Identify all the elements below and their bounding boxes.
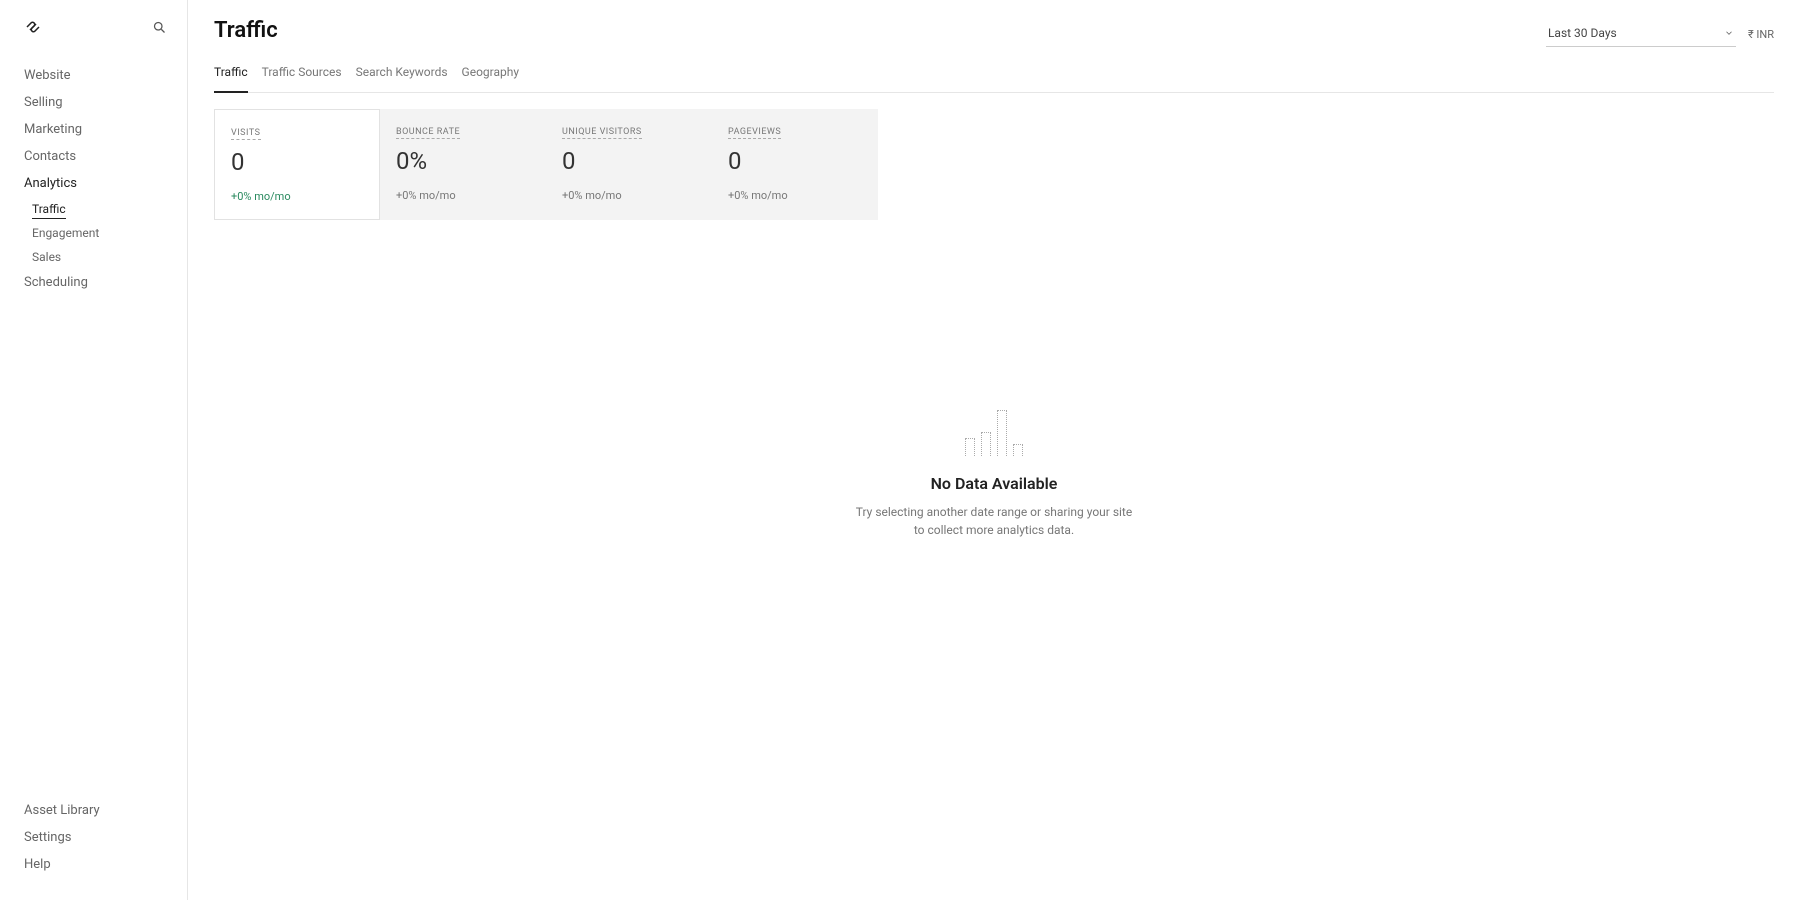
sidebar-nav: Website Selling Marketing Contacts Analy… xyxy=(0,62,187,797)
search-icon[interactable] xyxy=(152,20,167,35)
sidebar-top xyxy=(0,12,187,62)
empty-message: Try selecting another date range or shar… xyxy=(854,503,1134,539)
sidebar-subnav: Traffic Engagement Sales xyxy=(24,197,163,269)
metrics-row: VISITS 0 +0% mo/mo BOUNCE RATE 0% +0% mo… xyxy=(214,109,1774,220)
sidebar-item-contacts[interactable]: Contacts xyxy=(24,143,163,170)
tab-traffic[interactable]: Traffic xyxy=(214,55,248,93)
metric-label: UNIQUE VISITORS xyxy=(562,127,642,139)
sidebar-item-help[interactable]: Help xyxy=(24,851,163,878)
sidebar-subitem-traffic[interactable]: Traffic xyxy=(32,197,163,221)
date-range-label: Last 30 Days xyxy=(1548,26,1617,40)
currency-label[interactable]: ₹ INR xyxy=(1748,28,1774,41)
sidebar-subitem-engagement[interactable]: Engagement xyxy=(32,221,163,245)
metric-label: BOUNCE RATE xyxy=(396,127,460,139)
sidebar-item-website[interactable]: Website xyxy=(24,62,163,89)
empty-title: No Data Available xyxy=(931,474,1058,493)
metric-delta: +0% mo/mo xyxy=(728,189,862,202)
sidebar-item-analytics[interactable]: Analytics xyxy=(24,170,163,197)
page-header: Traffic Last 30 Days ₹ INR xyxy=(214,18,1774,47)
sidebar-item-scheduling[interactable]: Scheduling xyxy=(24,269,163,296)
tab-traffic-sources[interactable]: Traffic Sources xyxy=(262,55,342,92)
metric-label: PAGEVIEWS xyxy=(728,127,781,139)
metric-delta: +0% mo/mo xyxy=(396,189,530,202)
metric-card-visits[interactable]: VISITS 0 +0% mo/mo xyxy=(214,109,380,220)
metric-card-unique-visitors[interactable]: UNIQUE VISITORS 0 +0% mo/mo xyxy=(546,109,712,220)
sidebar-item-marketing[interactable]: Marketing xyxy=(24,116,163,143)
metric-label: VISITS xyxy=(231,128,261,140)
metric-value: 0 xyxy=(562,147,696,175)
sidebar-subitem-sales[interactable]: Sales xyxy=(32,245,163,269)
tab-geography[interactable]: Geography xyxy=(462,55,520,92)
page-title: Traffic xyxy=(214,18,278,43)
sidebar-bottom: Asset Library Settings Help xyxy=(0,797,187,888)
sidebar-item-settings[interactable]: Settings xyxy=(24,824,163,851)
metric-delta: +0% mo/mo xyxy=(231,190,363,203)
empty-state: No Data Available Try selecting another … xyxy=(214,410,1774,539)
tab-search-keywords[interactable]: Search Keywords xyxy=(356,55,448,92)
sidebar-item-selling[interactable]: Selling xyxy=(24,89,163,116)
empty-chart-icon xyxy=(965,410,1023,456)
metric-value: 0 xyxy=(231,148,363,176)
sidebar: Website Selling Marketing Contacts Analy… xyxy=(0,0,188,900)
sidebar-item-asset-library[interactable]: Asset Library xyxy=(24,797,163,824)
metric-card-bounce-rate[interactable]: BOUNCE RATE 0% +0% mo/mo xyxy=(380,109,546,220)
header-controls: Last 30 Days ₹ INR xyxy=(1546,22,1774,47)
metric-value: 0 xyxy=(728,147,862,175)
chevron-down-icon xyxy=(1724,28,1734,38)
metric-value: 0% xyxy=(396,147,530,175)
metric-delta: +0% mo/mo xyxy=(562,189,696,202)
date-range-select[interactable]: Last 30 Days xyxy=(1546,22,1736,47)
metric-card-pageviews[interactable]: PAGEVIEWS 0 +0% mo/mo xyxy=(712,109,878,220)
squarespace-logo-icon[interactable] xyxy=(24,18,42,36)
tabs: Traffic Traffic Sources Search Keywords … xyxy=(214,55,1774,93)
main-content: Traffic Last 30 Days ₹ INR Traffic Traff… xyxy=(188,0,1800,900)
